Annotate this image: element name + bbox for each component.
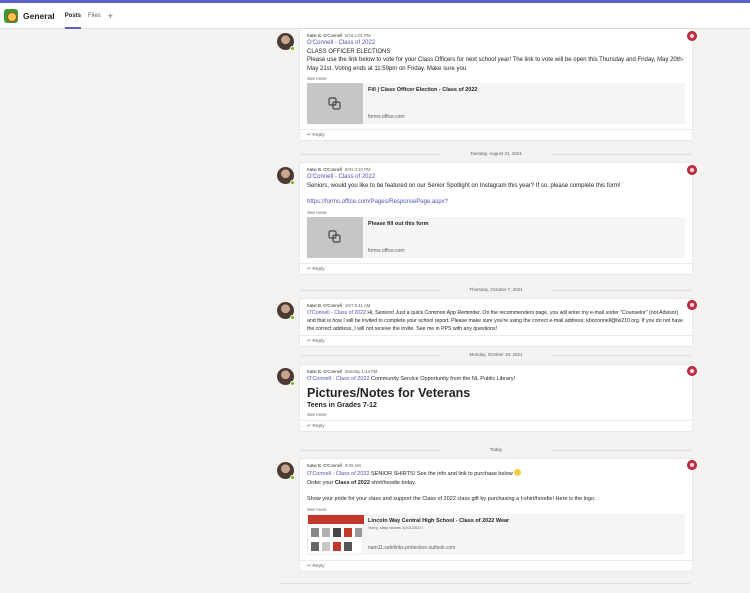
presence-icon [290,46,295,51]
date-divider: Thursday, October 7, 2021 [300,287,692,292]
add-tab-icon[interactable]: + [108,3,113,29]
date-divider: Today [300,447,692,452]
channel-header: General Posts Files + [0,3,750,29]
avatar[interactable] [277,302,295,320]
post-thread: Katie B. O'Connell 10/7 8:41 AM O'Connell… [277,299,697,346]
reply-button[interactable]: ↩ Reply [300,559,692,571]
tab-files[interactable]: Files [88,3,101,29]
reply-label: Reply [312,563,325,569]
order-text: Order your [307,479,335,486]
reply-label: Reply [312,266,325,272]
avatar[interactable] [277,167,295,185]
link-preview-card[interactable]: Lincoln Way Central High School - Class … [307,513,685,555]
reply-button[interactable]: ↩ Reply [300,419,692,431]
mention[interactable]: O'Connell - Class of 2022 [307,471,370,477]
post-time: Monday 1:43 PM [344,369,378,374]
post-thread: Katie B. O'Connell 8/31 3:10 PM O'Connell… [277,163,697,274]
post-thread: Katie B. O'Connell Monday 1:43 PM O'Conne… [277,365,697,431]
see-more-link[interactable]: See more [307,507,685,512]
post-subheading: Teens in Grades 7-12 [307,401,377,409]
date-divider: Monday, October 18, 2021 [300,352,692,357]
mention[interactable]: O'Connell - Class of 2022 [307,376,370,382]
post-time: 8:06 AM [344,463,361,468]
post-thread: Katie B. O'Connell 8:06 AM O'Connell - Cl… [277,459,697,571]
avatar[interactable] [277,368,295,386]
see-more-link[interactable]: See more [307,76,685,81]
channel-title: General [23,10,55,21]
see-more-link[interactable]: See more [307,210,685,215]
post-author: Katie B. O'Connell [307,463,342,468]
tab-posts[interactable]: Posts [64,3,81,29]
card-domain: forms.office.com [368,247,405,254]
post-time: 5/16 1:01 PM [344,33,371,38]
card-domain: forms.office.com [368,114,405,120]
order-text-end: shirt/hoodie today. [370,479,417,486]
reply-label: Reply [312,133,325,138]
avatar[interactable] [277,462,295,480]
presence-icon [290,315,295,320]
post-heading: Pictures/Notes for Veterans [307,385,471,400]
link-preview-card[interactable]: Please fill out this form forms.office.c… [307,216,685,258]
see-more-link[interactable]: See more [307,412,685,417]
post-author: Katie B. O'Connell [307,33,342,38]
avatar[interactable] [277,33,295,51]
link-preview-card[interactable]: Fill | Class Officer Election - Class of… [307,83,685,124]
presence-icon [290,180,295,185]
post-author: Katie B. O'Connell [307,369,342,374]
reply-button[interactable]: ↩ Reply [300,262,692,274]
reply-button[interactable]: ↩ Reply [300,335,692,346]
card-title: Please fill out this form [368,220,429,227]
post-body: Seniors, would you like to be featured o… [307,182,621,189]
post-time: 8/31 3:10 PM [344,167,371,172]
post-author: Katie B. O'Connell [307,167,342,172]
mention[interactable]: O'Connell - Class of 2022 [307,173,685,182]
reply-label: Reply [312,423,325,429]
reply-button[interactable]: ↩ Reply [300,129,692,140]
post-thread: Katie B. O'Connell 5/16 1:01 PM O'Connell… [277,29,697,140]
card-subtitle: Hurry, shop closes 11/01/2021! [368,524,423,530]
date-divider: Tuesday, August 31, 2021 [300,151,692,156]
response-link[interactable]: https://forms.office.com/Pages/ResponseP… [307,198,685,207]
post-body: SENIOR SHIRTS! See the info and link to … [369,471,513,477]
post-time: 10/7 8:41 AM [344,303,371,308]
post-heading: CLASS OFFICER ELECTIONS [307,48,391,55]
shirt-image [307,513,364,555]
divider-line [280,583,690,584]
presence-icon [290,475,295,480]
pride-text: Show your pride for your class and suppo… [307,496,596,502]
post-body: Please use the link below to vote for yo… [307,57,684,72]
mention[interactable]: O'Connell - Class of 2022 [307,310,366,316]
order-bold: Class of 2022 [334,479,370,486]
forms-icon [307,216,363,258]
team-logo-icon [4,8,18,23]
post-body: Community Service Opportunity from the N… [369,376,516,382]
mention[interactable]: O'Connell - Class of 2022 [307,39,685,48]
presence-icon [290,381,295,386]
card-domain: nam11.safelinks.protection.outlook.com [368,544,456,551]
post-author: Katie B. O'Connell [307,303,342,308]
reply-label: Reply [312,339,325,344]
card-title: Fill | Class Officer Election - Class of… [368,87,478,93]
forms-icon [307,83,363,124]
smile-emoji-icon [514,469,522,476]
card-title: Lincoln Way Central High School - Class … [368,517,510,524]
